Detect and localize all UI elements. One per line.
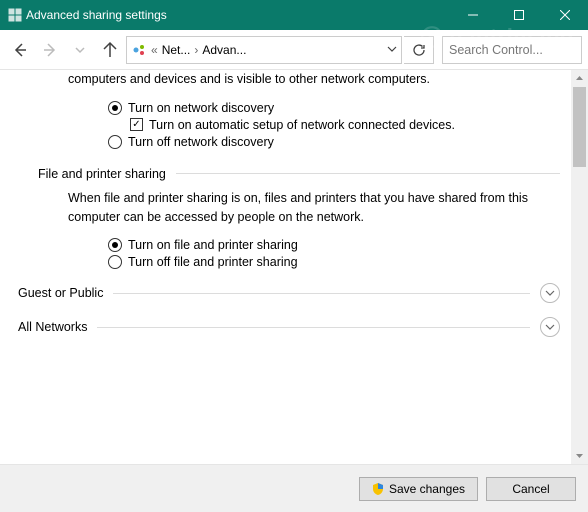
- radio-file-printer-on[interactable]: Turn on file and printer sharing: [108, 238, 560, 252]
- shield-icon: [372, 483, 384, 495]
- content-area: computers and devices and is visible to …: [0, 70, 588, 464]
- cancel-button[interactable]: Cancel: [486, 477, 576, 501]
- address-dropdown[interactable]: [387, 43, 397, 57]
- profile-guest-public[interactable]: Guest or Public: [18, 283, 560, 303]
- network-icon: [131, 42, 147, 58]
- title-bar: Advanced sharing settings: [0, 0, 588, 30]
- footer: Save changes Cancel: [0, 464, 588, 512]
- breadcrumb-item[interactable]: Net...: [162, 43, 191, 57]
- breadcrumb-item[interactable]: Advan...: [202, 43, 246, 57]
- nav-bar: « Net... › Advan... Search Control...: [0, 30, 588, 70]
- checkbox-auto-setup[interactable]: ✓ Turn on automatic setup of network con…: [130, 118, 560, 132]
- checkbox-icon: ✓: [130, 118, 143, 131]
- maximize-button[interactable]: [496, 0, 542, 30]
- radio-network-discovery-on[interactable]: Turn on network discovery: [108, 101, 560, 115]
- radio-icon: [108, 238, 122, 252]
- chevron-right-icon: ›: [194, 43, 198, 57]
- scroll-thumb[interactable]: [573, 87, 586, 167]
- vertical-scrollbar[interactable]: [571, 70, 588, 464]
- window-title: Advanced sharing settings: [22, 8, 450, 22]
- scroll-down-icon[interactable]: [571, 447, 588, 464]
- radio-icon: [108, 255, 122, 269]
- radio-network-discovery-off[interactable]: Turn off network discovery: [108, 135, 560, 149]
- search-input[interactable]: Search Control...: [442, 36, 582, 64]
- section-file-printer-sharing: File and printer sharing: [38, 167, 560, 181]
- save-button[interactable]: Save changes: [359, 477, 478, 501]
- chevron-down-icon: [540, 317, 560, 337]
- network-discovery-desc: computers and devices and is visible to …: [68, 70, 560, 89]
- recent-dropdown[interactable]: [66, 36, 94, 64]
- radio-icon: [108, 135, 122, 149]
- chevron-down-icon: [540, 283, 560, 303]
- profile-all-networks[interactable]: All Networks: [18, 317, 560, 337]
- refresh-button[interactable]: [404, 36, 434, 64]
- address-bar[interactable]: « Net... › Advan...: [126, 36, 402, 64]
- scroll-track[interactable]: [571, 87, 588, 447]
- minimize-button[interactable]: [450, 0, 496, 30]
- radio-icon: [108, 101, 122, 115]
- scroll-up-icon[interactable]: [571, 70, 588, 87]
- back-button[interactable]: [6, 36, 34, 64]
- breadcrumb-prev-icon: «: [151, 43, 158, 57]
- file-printer-desc: When file and printer sharing is on, fil…: [68, 189, 560, 227]
- forward-button[interactable]: [36, 36, 64, 64]
- close-button[interactable]: [542, 0, 588, 30]
- app-icon: [8, 8, 22, 22]
- up-button[interactable]: [96, 36, 124, 64]
- radio-file-printer-off[interactable]: Turn off file and printer sharing: [108, 255, 560, 269]
